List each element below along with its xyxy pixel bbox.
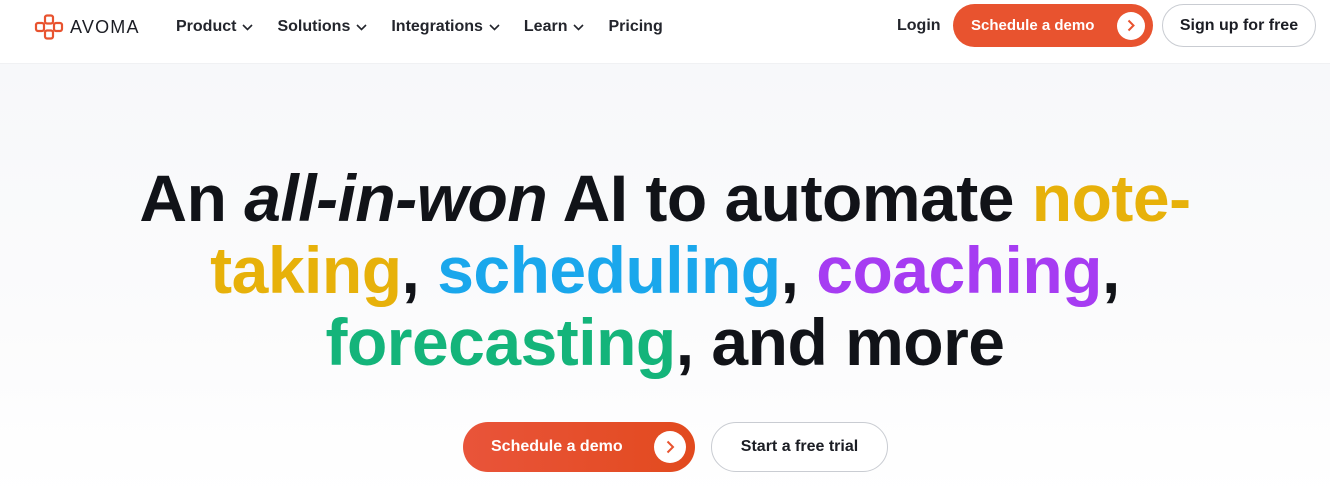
brand-name: AVOMA xyxy=(70,16,140,37)
headline-comma: , xyxy=(1101,233,1120,307)
avoma-logo-icon xyxy=(34,14,64,40)
brand-logo[interactable]: AVOMA xyxy=(34,14,140,40)
start-free-trial-button[interactable]: Start a free trial xyxy=(711,422,888,472)
headline-note: note- xyxy=(1031,161,1191,235)
chevron-down-icon xyxy=(573,23,585,31)
schedule-demo-label: Schedule a demo xyxy=(971,17,1095,34)
headline-taking: taking xyxy=(210,233,402,307)
headline-rest: AI to automate xyxy=(562,161,1015,235)
headline-tail: , and more xyxy=(675,305,1005,379)
nav-item-label: Product xyxy=(176,18,237,35)
chevron-right-icon xyxy=(666,440,674,454)
top-navbar: AVOMA Product Solutions Integrations Lea… xyxy=(0,0,1330,64)
chevron-right-icon xyxy=(1127,19,1135,32)
chevron-down-icon xyxy=(489,23,500,31)
hero-schedule-demo-button[interactable]: Schedule a demo xyxy=(463,422,695,472)
headline-italic: all-in-won xyxy=(244,161,548,235)
arrow-circle xyxy=(1117,11,1145,40)
main-nav: Product Solutions Integrations Learn Pri… xyxy=(176,16,687,38)
chevron-down-icon xyxy=(242,23,254,31)
nav-item-label: Pricing xyxy=(608,18,663,35)
headline-scheduling: scheduling xyxy=(437,233,781,307)
nav-item-label: Solutions xyxy=(277,18,351,35)
schedule-demo-button[interactable]: Schedule a demo xyxy=(953,4,1153,47)
nav-item-label: Integrations xyxy=(391,18,483,35)
headline-comma: , xyxy=(401,233,420,307)
headline-an: An xyxy=(139,161,227,235)
nav-item-pricing[interactable]: Pricing xyxy=(608,16,662,38)
hero-schedule-demo-label: Schedule a demo xyxy=(491,438,623,455)
headline-comma: , xyxy=(780,233,799,307)
hero-headline: An all-in-won AI to automate note- takin… xyxy=(0,162,1330,378)
arrow-circle xyxy=(654,431,686,463)
headline-forecasting: forecasting xyxy=(325,305,677,379)
chevron-down-icon xyxy=(356,23,367,31)
nav-item-learn[interactable]: Learn xyxy=(524,16,585,38)
nav-item-product[interactable]: Product xyxy=(176,16,254,38)
login-link[interactable]: Login xyxy=(897,17,941,35)
signup-button[interactable]: Sign up for free xyxy=(1162,4,1316,47)
nav-item-label: Learn xyxy=(523,18,568,35)
nav-item-integrations[interactable]: Integrations xyxy=(391,16,500,38)
headline-coaching: coaching xyxy=(816,233,1102,307)
nav-item-solutions[interactable]: Solutions xyxy=(277,16,367,38)
